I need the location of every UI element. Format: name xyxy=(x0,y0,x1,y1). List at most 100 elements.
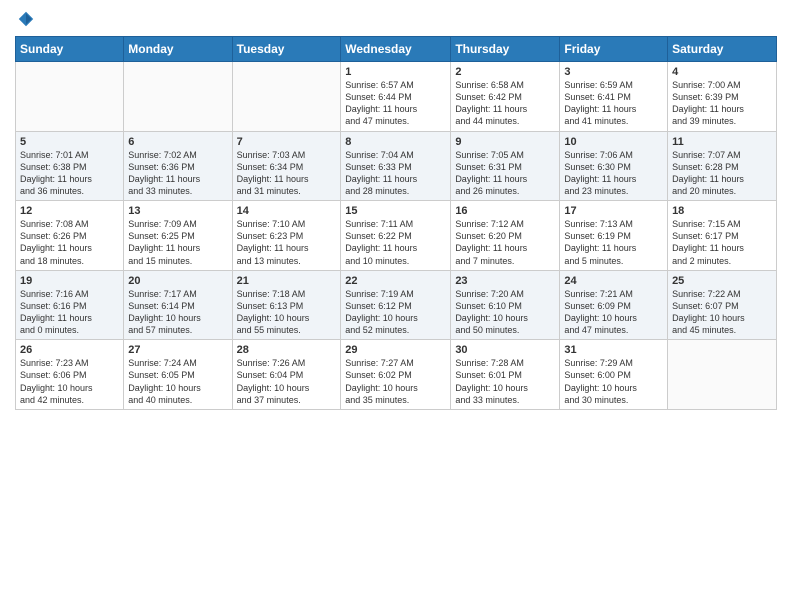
day-info: Sunrise: 7:26 AMSunset: 6:04 PMDaylight:… xyxy=(237,357,337,406)
day-info: Sunrise: 7:10 AMSunset: 6:23 PMDaylight:… xyxy=(237,218,337,267)
day-info: Sunrise: 7:03 AMSunset: 6:34 PMDaylight:… xyxy=(237,149,337,198)
day-cell: 18Sunrise: 7:15 AMSunset: 6:17 PMDayligh… xyxy=(668,201,777,271)
day-info: Sunrise: 7:07 AMSunset: 6:28 PMDaylight:… xyxy=(672,149,772,198)
day-info: Sunrise: 7:04 AMSunset: 6:33 PMDaylight:… xyxy=(345,149,446,198)
day-info: Sunrise: 7:08 AMSunset: 6:26 PMDaylight:… xyxy=(20,218,119,267)
day-cell xyxy=(232,62,341,132)
day-number: 1 xyxy=(345,66,446,78)
day-cell: 11Sunrise: 7:07 AMSunset: 6:28 PMDayligh… xyxy=(668,131,777,201)
day-number: 31 xyxy=(564,344,663,356)
day-cell: 28Sunrise: 7:26 AMSunset: 6:04 PMDayligh… xyxy=(232,340,341,410)
day-number: 15 xyxy=(345,205,446,217)
day-number: 11 xyxy=(672,136,772,148)
day-number: 30 xyxy=(455,344,555,356)
day-number: 28 xyxy=(237,344,337,356)
day-info: Sunrise: 7:19 AMSunset: 6:12 PMDaylight:… xyxy=(345,288,446,337)
day-cell: 25Sunrise: 7:22 AMSunset: 6:07 PMDayligh… xyxy=(668,270,777,340)
day-number: 16 xyxy=(455,205,555,217)
header xyxy=(15,10,777,28)
day-cell xyxy=(124,62,232,132)
day-cell xyxy=(668,340,777,410)
day-number: 23 xyxy=(455,275,555,287)
day-cell: 19Sunrise: 7:16 AMSunset: 6:16 PMDayligh… xyxy=(16,270,124,340)
day-number: 6 xyxy=(128,136,227,148)
day-number: 29 xyxy=(345,344,446,356)
col-header-monday: Monday xyxy=(124,37,232,62)
week-row-3: 12Sunrise: 7:08 AMSunset: 6:26 PMDayligh… xyxy=(16,201,777,271)
day-cell: 3Sunrise: 6:59 AMSunset: 6:41 PMDaylight… xyxy=(560,62,668,132)
col-header-wednesday: Wednesday xyxy=(341,37,451,62)
day-info: Sunrise: 7:09 AMSunset: 6:25 PMDaylight:… xyxy=(128,218,227,267)
col-header-tuesday: Tuesday xyxy=(232,37,341,62)
day-number: 18 xyxy=(672,205,772,217)
week-row-4: 19Sunrise: 7:16 AMSunset: 6:16 PMDayligh… xyxy=(16,270,777,340)
day-info: Sunrise: 7:28 AMSunset: 6:01 PMDaylight:… xyxy=(455,357,555,406)
day-info: Sunrise: 7:05 AMSunset: 6:31 PMDaylight:… xyxy=(455,149,555,198)
col-header-sunday: Sunday xyxy=(16,37,124,62)
day-number: 26 xyxy=(20,344,119,356)
logo xyxy=(15,10,35,28)
day-cell: 30Sunrise: 7:28 AMSunset: 6:01 PMDayligh… xyxy=(451,340,560,410)
day-cell: 5Sunrise: 7:01 AMSunset: 6:38 PMDaylight… xyxy=(16,131,124,201)
day-cell: 1Sunrise: 6:57 AMSunset: 6:44 PMDaylight… xyxy=(341,62,451,132)
day-info: Sunrise: 7:06 AMSunset: 6:30 PMDaylight:… xyxy=(564,149,663,198)
day-number: 22 xyxy=(345,275,446,287)
day-info: Sunrise: 6:58 AMSunset: 6:42 PMDaylight:… xyxy=(455,79,555,128)
day-cell: 16Sunrise: 7:12 AMSunset: 6:20 PMDayligh… xyxy=(451,201,560,271)
day-cell: 31Sunrise: 7:29 AMSunset: 6:00 PMDayligh… xyxy=(560,340,668,410)
day-number: 20 xyxy=(128,275,227,287)
day-info: Sunrise: 7:27 AMSunset: 6:02 PMDaylight:… xyxy=(345,357,446,406)
day-info: Sunrise: 6:57 AMSunset: 6:44 PMDaylight:… xyxy=(345,79,446,128)
day-cell: 10Sunrise: 7:06 AMSunset: 6:30 PMDayligh… xyxy=(560,131,668,201)
day-cell: 20Sunrise: 7:17 AMSunset: 6:14 PMDayligh… xyxy=(124,270,232,340)
week-row-2: 5Sunrise: 7:01 AMSunset: 6:38 PMDaylight… xyxy=(16,131,777,201)
day-number: 13 xyxy=(128,205,227,217)
day-cell xyxy=(16,62,124,132)
day-number: 2 xyxy=(455,66,555,78)
calendar-table: SundayMondayTuesdayWednesdayThursdayFrid… xyxy=(15,36,777,410)
logo-text xyxy=(15,10,35,28)
day-cell: 15Sunrise: 7:11 AMSunset: 6:22 PMDayligh… xyxy=(341,201,451,271)
day-number: 8 xyxy=(345,136,446,148)
day-info: Sunrise: 7:12 AMSunset: 6:20 PMDaylight:… xyxy=(455,218,555,267)
day-cell: 14Sunrise: 7:10 AMSunset: 6:23 PMDayligh… xyxy=(232,201,341,271)
day-number: 4 xyxy=(672,66,772,78)
day-cell: 24Sunrise: 7:21 AMSunset: 6:09 PMDayligh… xyxy=(560,270,668,340)
day-cell: 4Sunrise: 7:00 AMSunset: 6:39 PMDaylight… xyxy=(668,62,777,132)
day-info: Sunrise: 7:13 AMSunset: 6:19 PMDaylight:… xyxy=(564,218,663,267)
day-info: Sunrise: 7:22 AMSunset: 6:07 PMDaylight:… xyxy=(672,288,772,337)
day-info: Sunrise: 7:11 AMSunset: 6:22 PMDaylight:… xyxy=(345,218,446,267)
day-cell: 27Sunrise: 7:24 AMSunset: 6:05 PMDayligh… xyxy=(124,340,232,410)
day-info: Sunrise: 7:24 AMSunset: 6:05 PMDaylight:… xyxy=(128,357,227,406)
day-cell: 23Sunrise: 7:20 AMSunset: 6:10 PMDayligh… xyxy=(451,270,560,340)
day-number: 14 xyxy=(237,205,337,217)
day-cell: 21Sunrise: 7:18 AMSunset: 6:13 PMDayligh… xyxy=(232,270,341,340)
day-cell: 12Sunrise: 7:08 AMSunset: 6:26 PMDayligh… xyxy=(16,201,124,271)
page: SundayMondayTuesdayWednesdayThursdayFrid… xyxy=(0,0,792,612)
day-number: 19 xyxy=(20,275,119,287)
day-cell: 13Sunrise: 7:09 AMSunset: 6:25 PMDayligh… xyxy=(124,201,232,271)
day-number: 9 xyxy=(455,136,555,148)
day-number: 27 xyxy=(128,344,227,356)
day-number: 10 xyxy=(564,136,663,148)
day-cell: 8Sunrise: 7:04 AMSunset: 6:33 PMDaylight… xyxy=(341,131,451,201)
day-cell: 7Sunrise: 7:03 AMSunset: 6:34 PMDaylight… xyxy=(232,131,341,201)
day-info: Sunrise: 7:20 AMSunset: 6:10 PMDaylight:… xyxy=(455,288,555,337)
week-row-1: 1Sunrise: 6:57 AMSunset: 6:44 PMDaylight… xyxy=(16,62,777,132)
day-cell: 2Sunrise: 6:58 AMSunset: 6:42 PMDaylight… xyxy=(451,62,560,132)
day-info: Sunrise: 6:59 AMSunset: 6:41 PMDaylight:… xyxy=(564,79,663,128)
day-number: 17 xyxy=(564,205,663,217)
day-info: Sunrise: 7:00 AMSunset: 6:39 PMDaylight:… xyxy=(672,79,772,128)
day-cell: 9Sunrise: 7:05 AMSunset: 6:31 PMDaylight… xyxy=(451,131,560,201)
day-info: Sunrise: 7:23 AMSunset: 6:06 PMDaylight:… xyxy=(20,357,119,406)
day-number: 7 xyxy=(237,136,337,148)
day-number: 25 xyxy=(672,275,772,287)
day-cell: 17Sunrise: 7:13 AMSunset: 6:19 PMDayligh… xyxy=(560,201,668,271)
day-info: Sunrise: 7:01 AMSunset: 6:38 PMDaylight:… xyxy=(20,149,119,198)
col-header-friday: Friday xyxy=(560,37,668,62)
day-info: Sunrise: 7:18 AMSunset: 6:13 PMDaylight:… xyxy=(237,288,337,337)
logo-icon xyxy=(17,10,35,28)
day-info: Sunrise: 7:16 AMSunset: 6:16 PMDaylight:… xyxy=(20,288,119,337)
col-header-saturday: Saturday xyxy=(668,37,777,62)
day-cell: 29Sunrise: 7:27 AMSunset: 6:02 PMDayligh… xyxy=(341,340,451,410)
